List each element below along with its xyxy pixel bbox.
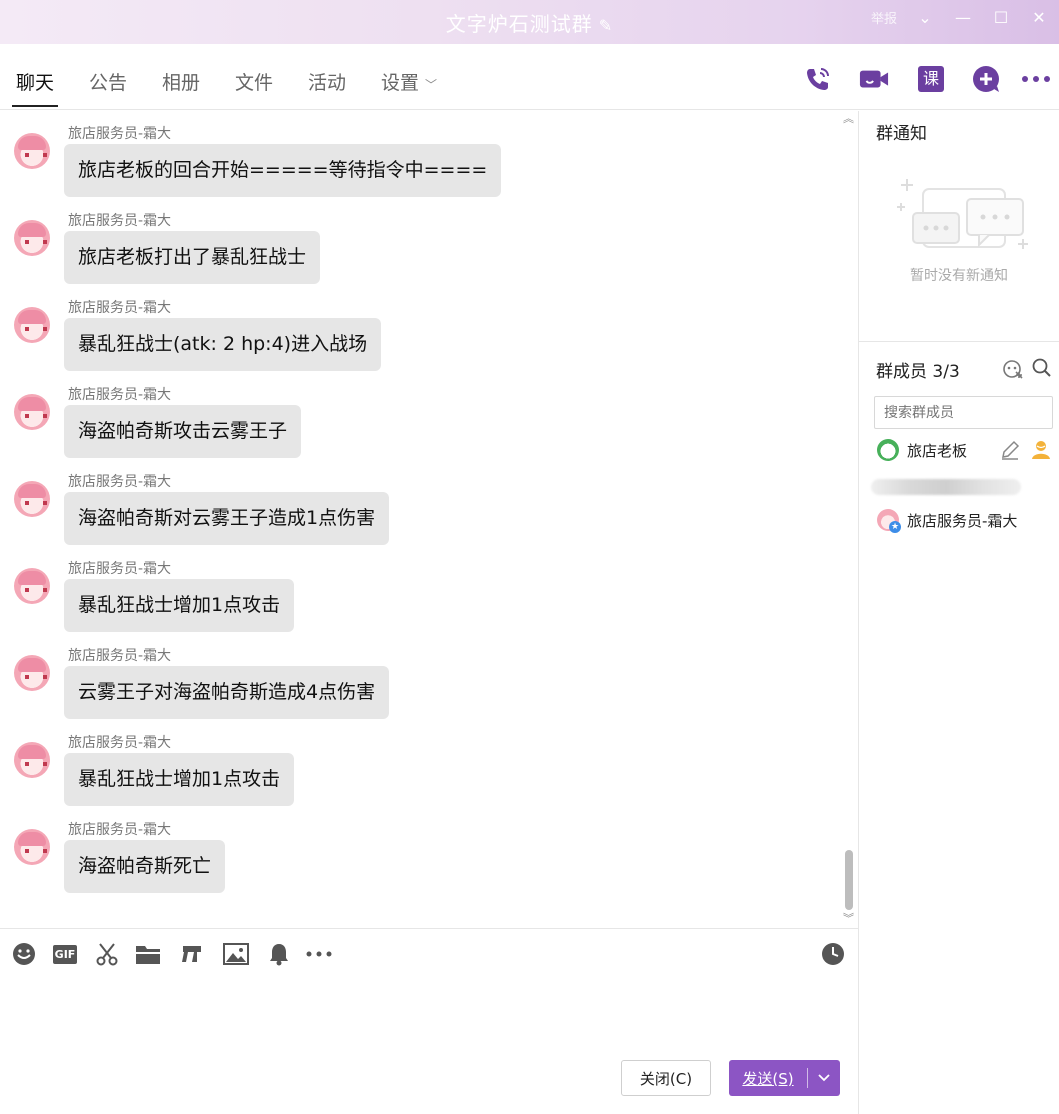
message-bubble[interactable]: 海盗帕奇斯对云雾王子造成1点伤害 — [64, 492, 390, 545]
notice-title[interactable]: 群通知 — [876, 119, 927, 144]
tab-activity[interactable]: 活动 — [308, 68, 346, 95]
member-name: 旅店服务员-霜大 — [907, 511, 1018, 530]
tab-bar: 聊天 公告 相册 文件 活动 设置 ﹀ 课 — [0, 44, 1059, 110]
history-clock-icon[interactable] — [820, 941, 846, 967]
panel-divider — [859, 341, 1059, 342]
avatar[interactable] — [14, 655, 50, 691]
avatar[interactable] — [14, 568, 50, 604]
members-title: 群成员 3/3 — [876, 362, 960, 382]
message-sender[interactable]: 旅店服务员-霜大 — [68, 210, 171, 230]
folder-icon[interactable] — [135, 941, 161, 967]
member-name: 旅店老板 — [907, 441, 968, 460]
message-bubble[interactable]: 海盗帕奇斯死亡 — [64, 840, 226, 893]
bell-icon[interactable] — [266, 941, 292, 967]
message-input-area[interactable]: GIF 关闭(C) 发送(S) — [0, 928, 858, 1114]
video-call-icon[interactable] — [859, 64, 889, 94]
chat-scrollbar[interactable] — [844, 114, 854, 924]
message-sender[interactable]: 旅店服务员-霜大 — [68, 819, 171, 839]
message-bubble[interactable]: 海盗帕奇斯攻击云雾王子 — [64, 405, 302, 458]
message-sender[interactable]: 旅店服务员-霜大 — [68, 384, 171, 404]
scroll-bottom-icon[interactable]: ︾ — [843, 910, 854, 926]
add-icon[interactable] — [971, 64, 1001, 94]
avatar[interactable] — [14, 220, 50, 256]
message-sender[interactable]: 旅店服务员-霜大 — [68, 645, 171, 665]
tab-announcement[interactable]: 公告 — [89, 68, 127, 95]
more-icon[interactable] — [1021, 64, 1051, 94]
tab-album[interactable]: 相册 — [162, 68, 200, 95]
music-icon[interactable] — [179, 941, 205, 967]
chat-scrollbar-thumb[interactable] — [845, 850, 853, 910]
maximize-icon[interactable]: ☐ — [991, 8, 1011, 27]
member-search-input[interactable] — [874, 396, 1053, 429]
chevron-down-icon: ﹀ — [425, 78, 438, 92]
tab-settings[interactable]: 设置 ﹀ — [381, 68, 437, 95]
gif-icon[interactable]: GIF — [52, 941, 78, 967]
phone-call-icon[interactable] — [803, 64, 833, 94]
close-icon[interactable]: ✕ — [1029, 8, 1049, 27]
send-button[interactable]: 发送(S) — [729, 1060, 840, 1096]
group-owner-icon — [1030, 438, 1052, 464]
window-title: 文字炉石测试群 — [445, 12, 593, 36]
invite-member-icon[interactable] — [1002, 359, 1024, 383]
message-sender[interactable]: 旅店服务员-霜大 — [68, 297, 171, 317]
message-bubble[interactable]: 旅店老板的回合开始=====等待指令中==== — [64, 144, 502, 197]
notice-empty-text: 暂时没有新通知 — [910, 268, 1008, 284]
message-bubble[interactable]: 旅店老板打出了暴乱狂战士 — [64, 231, 321, 284]
member-item[interactable]: 旅店老板 — [877, 437, 967, 463]
edit-icon[interactable] — [1000, 440, 1020, 464]
more-icon[interactable] — [306, 941, 332, 967]
avatar[interactable] — [14, 829, 50, 865]
message-bubble[interactable]: 云雾王子对海盗帕奇斯造成4点伤害 — [64, 666, 390, 719]
class-icon-label: 课 — [918, 66, 944, 92]
admin-star-icon: ★ — [889, 521, 901, 533]
emoji-icon[interactable] — [11, 941, 37, 967]
avatar[interactable] — [14, 742, 50, 778]
right-panel: 群通知 暂时没有新通知 群成员 3/3 旅店老板 ★ — [858, 111, 1059, 1114]
message-sender[interactable]: 旅店服务员-霜大 — [68, 471, 171, 491]
scissors-icon[interactable] — [94, 941, 120, 967]
avatar[interactable] — [14, 394, 50, 430]
avatar[interactable] — [14, 481, 50, 517]
chevron-down-icon — [818, 1074, 830, 1082]
avatar[interactable] — [14, 307, 50, 343]
tab-settings-label: 设置 — [381, 72, 420, 94]
gif-icon-label: GIF — [52, 944, 78, 964]
class-icon[interactable]: 课 — [916, 64, 946, 94]
blurred-member-item[interactable] — [871, 479, 1021, 495]
avatar — [877, 439, 899, 461]
no-notice-illustration — [895, 173, 1029, 259]
chat-message-list[interactable]: 旅店服务员-霜大 旅店老板的回合开始=====等待指令中==== 旅店服务员-霜… — [0, 111, 858, 928]
message-sender[interactable]: 旅店服务员-霜大 — [68, 558, 171, 578]
close-button[interactable]: 关闭(C) — [621, 1060, 711, 1096]
message-bubble[interactable]: 暴乱狂战士增加1点攻击 — [64, 579, 295, 632]
search-icon[interactable] — [1032, 358, 1052, 382]
member-item[interactable]: ★ 旅店服务员-霜大 — [877, 507, 1017, 533]
message-sender[interactable]: 旅店服务员-霜大 — [68, 732, 171, 752]
avatar[interactable] — [14, 133, 50, 169]
tab-chat[interactable]: 聊天 — [11, 68, 59, 107]
window-controls: 举报 ⌄ — ☐ ✕ — [871, 8, 1049, 27]
send-button-label: 发送(S) — [742, 1069, 794, 1088]
edit-title-icon[interactable]: ✎ — [599, 16, 613, 35]
avatar: ★ — [877, 509, 901, 533]
message-bubble[interactable]: 暴乱狂战士(atk: 2 hp:4)进入战场 — [64, 318, 382, 371]
chevron-down-icon[interactable]: ⌄ — [915, 8, 935, 27]
message-bubble[interactable]: 暴乱狂战士增加1点攻击 — [64, 753, 295, 806]
message-sender[interactable]: 旅店服务员-霜大 — [68, 123, 171, 143]
title-bar: 文字炉石测试群 ✎ 举报 ⌄ — ☐ ✕ — [0, 0, 1059, 44]
image-icon[interactable] — [223, 941, 249, 967]
tab-files[interactable]: 文件 — [235, 68, 273, 95]
minimize-icon[interactable]: — — [953, 8, 973, 27]
report-link[interactable]: 举报 — [871, 8, 897, 27]
send-options-dropdown[interactable] — [808, 1074, 840, 1082]
